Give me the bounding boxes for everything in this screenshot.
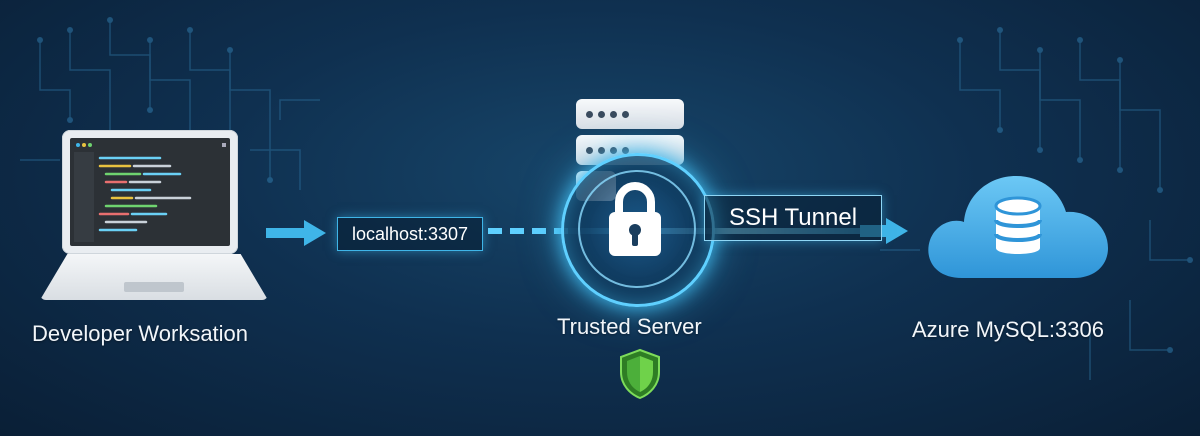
cloud-database-icon	[928, 176, 1108, 278]
server-unit-1	[576, 99, 684, 129]
localhost-port-label: localhost:3307	[337, 217, 483, 251]
developer-workstation-label: Developer Worksation	[32, 321, 249, 346]
trusted-server-label: Trusted Server	[557, 314, 702, 339]
laptop-keyboard-base	[40, 254, 268, 300]
ssh-tunnel-label: SSH Tunnel	[704, 195, 882, 241]
laptop-icon	[40, 130, 268, 302]
code-editor-display	[70, 138, 230, 246]
shield-icon	[620, 348, 660, 400]
lock-icon	[609, 182, 661, 256]
ssh-tunnel-diagram: Developer Worksation localhost:3307 SSH …	[0, 0, 1200, 436]
laptop-screen	[62, 130, 238, 254]
database-icon	[994, 196, 1042, 254]
code-lines-icon	[74, 143, 226, 242]
azure-mysql-label: Azure MySQL:3306	[912, 317, 1104, 342]
laptop-trackpad	[124, 282, 184, 292]
arrow-right-icon	[266, 220, 326, 246]
